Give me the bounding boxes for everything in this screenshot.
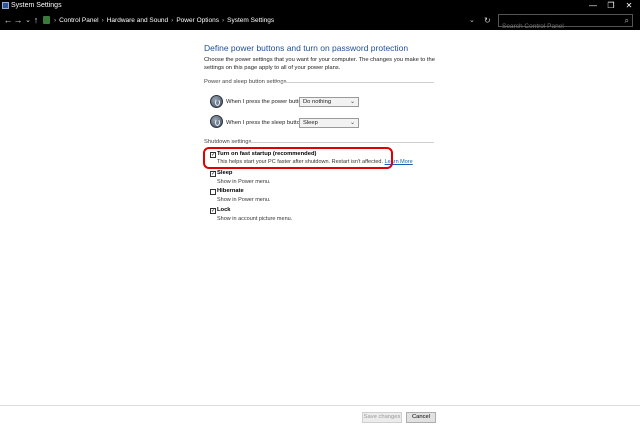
page-title: Define power buttons and turn on passwor… [204, 43, 409, 53]
control-panel-icon [43, 16, 50, 24]
breadcrumb-power-options[interactable]: Power Options [176, 17, 219, 24]
forward-arrow-icon[interactable]: → [13, 15, 23, 26]
cancel-button[interactable]: Cancel [406, 412, 436, 423]
power-button-dropdown[interactable]: Do nothing ⌄ [299, 97, 359, 107]
breadcrumb-control-panel[interactable]: Control Panel [59, 17, 98, 24]
breadcrumb-hardware-and-sound[interactable]: Hardware and Sound [107, 17, 168, 24]
section-divider [248, 142, 434, 143]
footer-divider [0, 405, 640, 406]
address-bar: ← → ⌄ ↑ › Control Panel › Hardware and Soun… [0, 11, 640, 32]
sleep-button-icon [210, 115, 223, 128]
chevron-down-icon: ⌄ [349, 99, 355, 105]
search-box[interactable]: ⌕ [498, 14, 633, 32]
sleep-button-value: Sleep [303, 120, 318, 126]
power-section-label: Power and sleep button settings [204, 79, 287, 85]
hibernate-label: Hibernate [217, 188, 244, 194]
breadcrumb-system-settings[interactable]: System Settings [227, 17, 274, 24]
save-changes-button[interactable]: Save changes [362, 412, 402, 423]
title-bar: System Settings — ❐ ✕ [0, 0, 640, 11]
shutdown-section-label: Shutdown settings [204, 139, 252, 145]
search-input[interactable] [499, 21, 617, 32]
lock-description: Show in account picture menu. [217, 216, 293, 222]
app-icon [2, 2, 9, 9]
close-button[interactable]: ✕ [620, 0, 638, 11]
breadcrumb: › Control Panel › Hardware and Sound › Power … [54, 17, 275, 24]
sleep-description: Show in Power menu. [217, 179, 271, 185]
hibernate-description: Show in Power menu. [217, 197, 271, 203]
sleep-button-dropdown[interactable]: Sleep ⌄ [299, 118, 359, 128]
minimize-button[interactable]: — [584, 0, 602, 11]
sleep-checkbox[interactable]: ✓ [210, 171, 216, 177]
sleep-label: Sleep [217, 170, 233, 176]
page-description: Choose the power settings that you want … [204, 57, 435, 71]
sleep-button-label: When I press the sleep button: [226, 120, 305, 126]
lock-checkbox[interactable]: ✓ [210, 208, 216, 214]
highlight-annotation [203, 147, 393, 169]
back-arrow-icon[interactable]: ← [3, 15, 13, 26]
power-button-label: When I press the power button: [226, 99, 307, 105]
hibernate-checkbox[interactable] [210, 189, 216, 195]
power-button-value: Do nothing [303, 99, 332, 105]
section-divider [276, 82, 434, 83]
power-button-icon [210, 95, 223, 108]
maximize-button[interactable]: ❐ [602, 0, 620, 11]
lock-label: Lock [217, 207, 231, 213]
address-dropdown-icon[interactable]: ⌄ [469, 15, 475, 26]
refresh-icon[interactable]: ↻ [484, 15, 491, 26]
search-icon[interactable]: ⌕ [625, 16, 629, 26]
up-arrow-icon[interactable]: ↑ [31, 15, 41, 26]
window-title: System Settings [11, 2, 62, 9]
chevron-down-icon: ⌄ [349, 120, 355, 126]
